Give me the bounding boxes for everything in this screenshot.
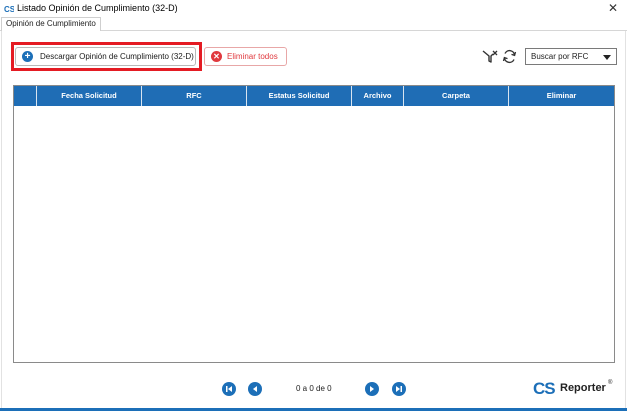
column-header-select[interactable] [14, 86, 37, 106]
column-header-eliminar[interactable]: Eliminar [509, 86, 614, 106]
delete-all-button[interactable]: ✕ Eliminar todos [204, 47, 287, 66]
app-logo-icon: CS [4, 5, 14, 13]
registered-mark: ® [608, 380, 613, 386]
results-table: Fecha Solicitud RFC Estatus Solicitud Ar… [13, 85, 615, 363]
tab-opinion-cumplimiento[interactable]: Opinión de Cumplimiento [1, 17, 101, 31]
x-circle-icon: ✕ [211, 51, 222, 62]
close-button[interactable]: ✕ [605, 1, 621, 16]
pager-previous-button[interactable] [248, 382, 262, 396]
column-header-estatus-solicitud[interactable]: Estatus Solicitud [247, 86, 352, 106]
delete-all-label: Eliminar todos [227, 52, 278, 61]
pager-first-button[interactable] [222, 382, 236, 396]
download-opinion-button[interactable]: + Descargar Opinión de Cumplimiento (32-… [15, 47, 196, 66]
previous-page-icon [253, 386, 257, 392]
window-titlebar: CS Listado Opinión de Cumplimiento (32-D… [0, 0, 627, 17]
download-opinion-label: Descargar Opinión de Cumplimiento (32-D) [40, 52, 194, 61]
clear-filter-icon[interactable] [482, 50, 498, 63]
column-header-carpeta[interactable]: Carpeta [404, 86, 509, 106]
search-by-select[interactable]: Buscar por RFC [525, 48, 617, 65]
column-header-archivo[interactable]: Archivo [352, 86, 404, 106]
tab-strip: Opinión de Cumplimiento [0, 17, 627, 31]
pager-status: 0 a 0 de 0 [296, 384, 332, 393]
refresh-icon[interactable] [502, 49, 517, 64]
brand-name: Reporter [560, 382, 606, 394]
column-header-fecha-solicitud[interactable]: Fecha Solicitud [37, 86, 142, 106]
dropdown-arrow-icon [603, 55, 611, 60]
column-header-rfc[interactable]: RFC [142, 86, 247, 106]
pager-next-button[interactable] [365, 382, 379, 396]
last-page-icon [396, 386, 402, 392]
search-by-value: Buscar por RFC [531, 52, 589, 61]
window-title: Listado Opinión de Cumplimiento (32-D) [17, 3, 178, 13]
svg-text:CS: CS [4, 5, 14, 13]
first-page-icon [226, 386, 232, 392]
close-icon: ✕ [607, 1, 619, 15]
pager-last-button[interactable] [392, 382, 406, 396]
next-page-icon [370, 386, 374, 392]
plus-circle-icon: + [22, 51, 33, 62]
brand-cs: CS [533, 379, 556, 398]
table-header: Fecha Solicitud RFC Estatus Solicitud Ar… [14, 86, 614, 106]
